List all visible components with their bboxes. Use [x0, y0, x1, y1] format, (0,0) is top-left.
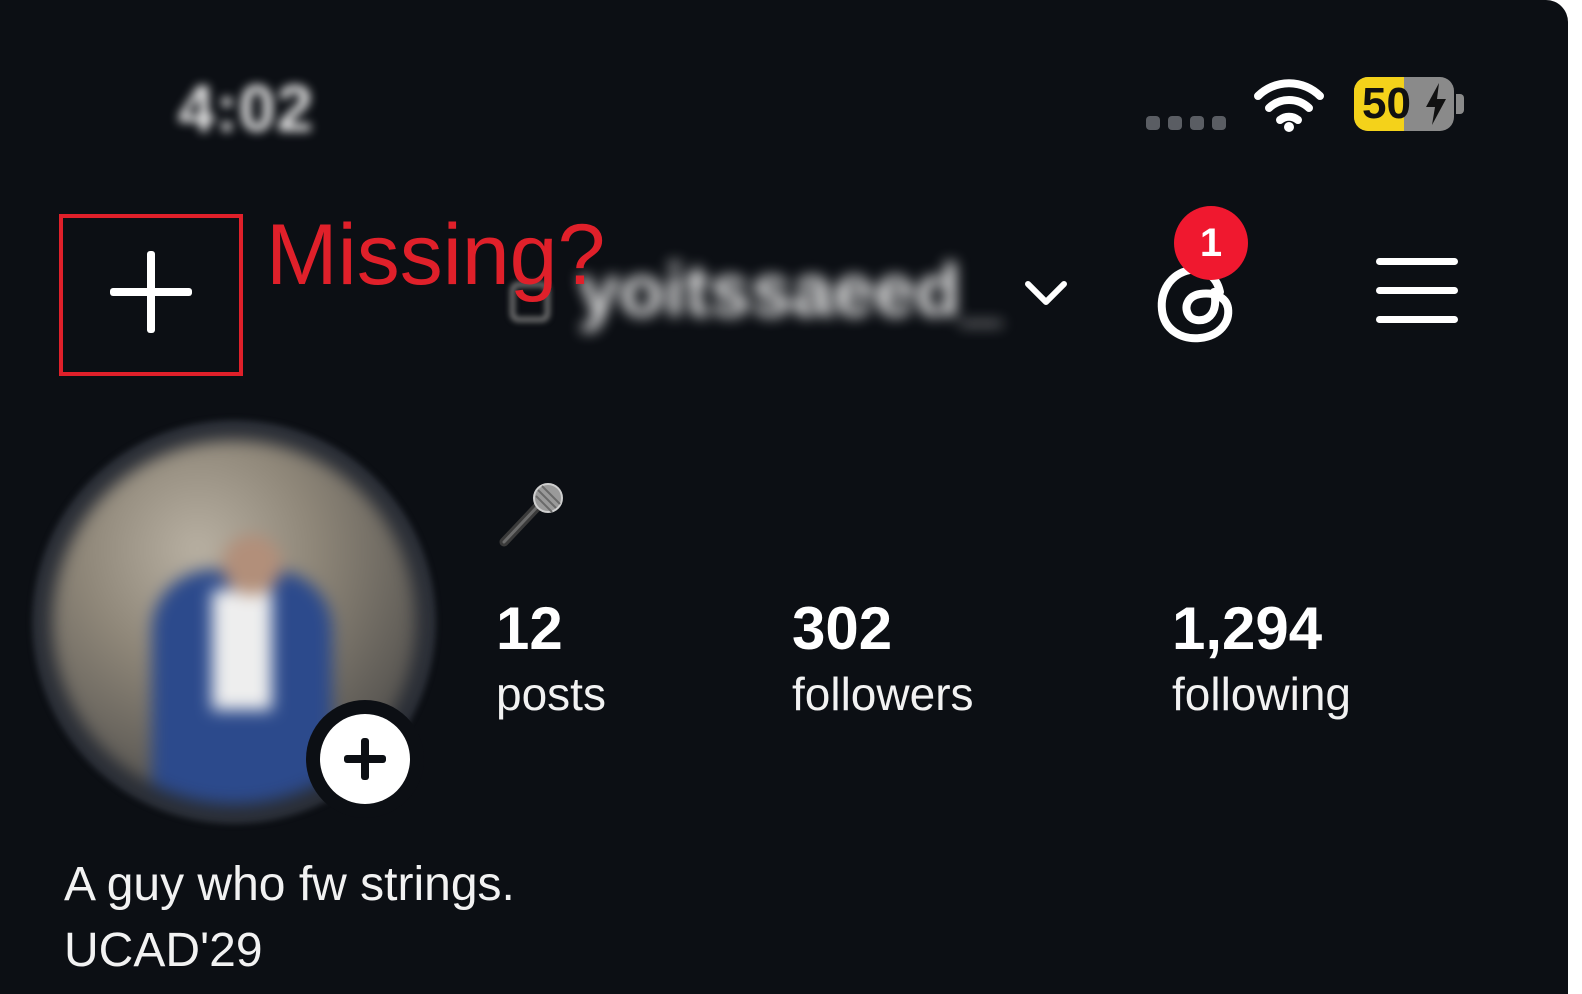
plus-circle-icon — [320, 714, 410, 804]
battery-charging-icon: 50 — [1354, 77, 1454, 131]
stat-label: followers — [792, 668, 974, 720]
bolt-icon — [1426, 83, 1446, 125]
stat-following[interactable]: 1,294 following — [1172, 594, 1351, 724]
add-story-button[interactable] — [306, 700, 424, 818]
bio-line: A guy who fw strings. — [64, 858, 515, 911]
notification-badge: 1 — [1174, 206, 1248, 280]
status-time: 4:02 — [178, 71, 315, 145]
stat-followers[interactable]: 302 followers — [792, 594, 974, 724]
stat-count: 302 — [792, 595, 893, 662]
bio-line: UCAD'29 — [64, 924, 263, 977]
annotation-label: Missing? — [266, 207, 606, 303]
stat-posts[interactable]: 12 posts — [496, 594, 606, 724]
battery-nub — [1456, 94, 1464, 114]
bio: A guy who fw strings. UCAD'29 — [64, 852, 515, 984]
annotation-highlight-box — [59, 214, 243, 376]
stat-count: 1,294 — [1172, 595, 1323, 662]
profile-screen: 4:02 50 Missing? yoitssaeed_ 1 12 posts … — [0, 0, 1568, 994]
stat-count: 12 — [496, 595, 563, 662]
chevron-down-icon[interactable] — [1022, 276, 1070, 310]
hamburger-menu-icon[interactable] — [1376, 254, 1458, 326]
stat-label: following — [1172, 668, 1351, 720]
username[interactable]: yoitssaeed_ — [578, 248, 1002, 333]
wifi-icon — [1254, 79, 1324, 132]
stat-label: posts — [496, 668, 606, 720]
signal-dots-icon — [1146, 116, 1226, 130]
battery-percent: 50 — [1362, 79, 1411, 128]
microphone-icon — [499, 483, 563, 547]
